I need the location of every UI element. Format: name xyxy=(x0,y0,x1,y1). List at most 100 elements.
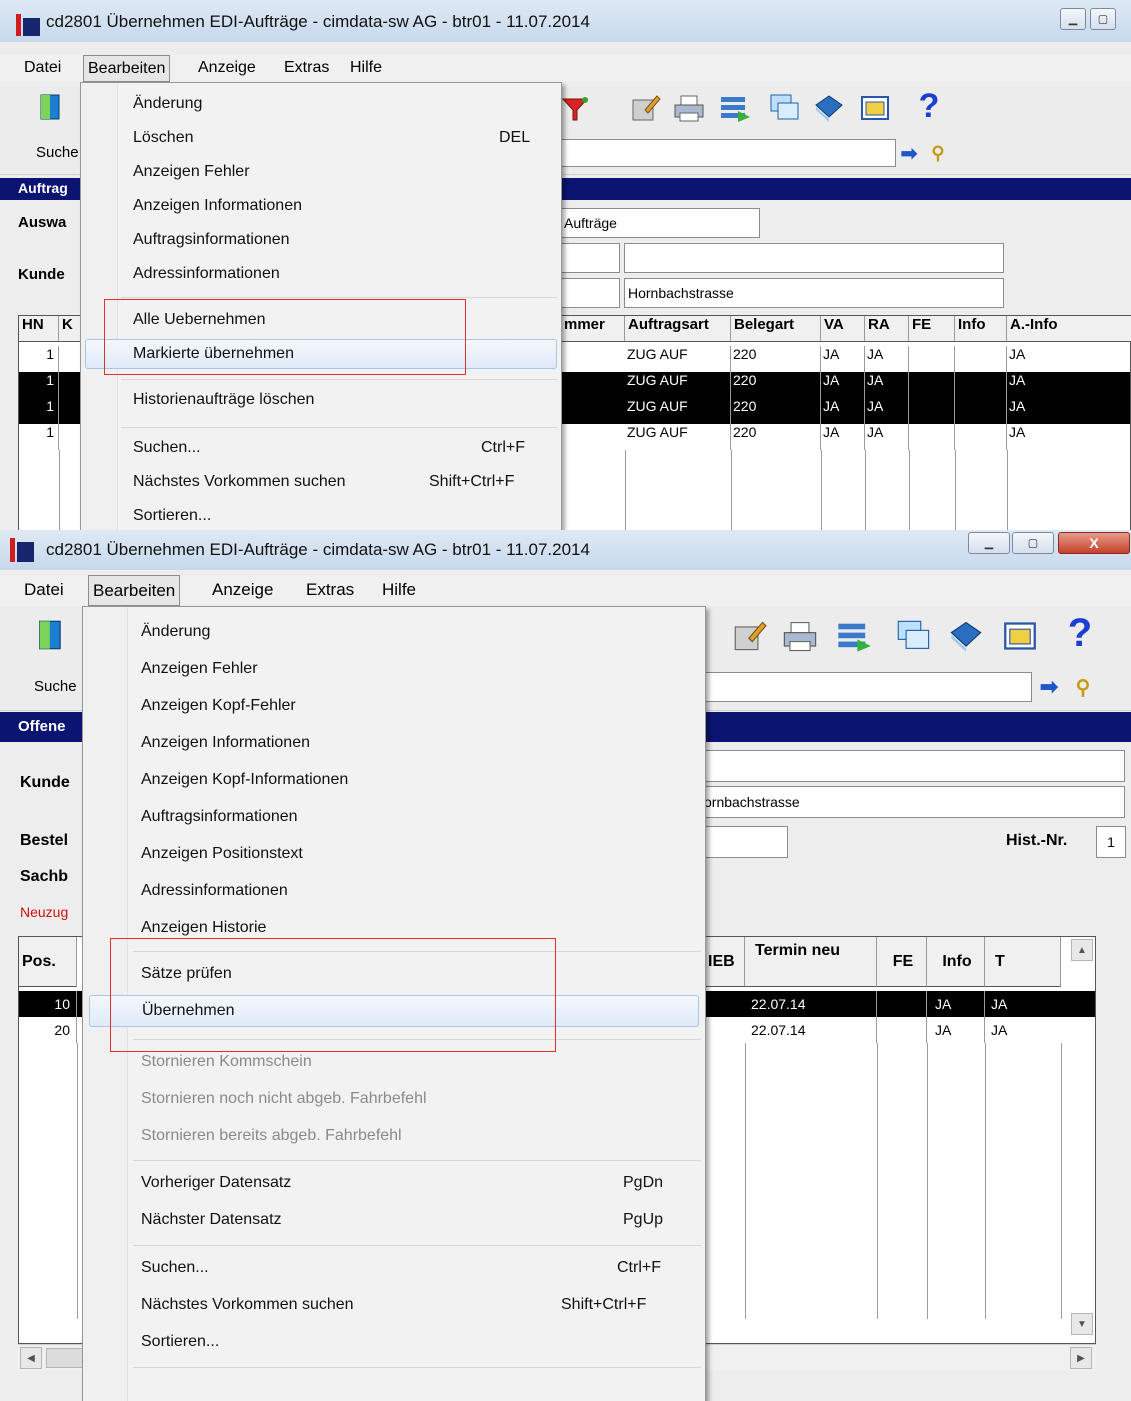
search-icon[interactable]: ⚲ xyxy=(1068,674,1098,700)
book-icon[interactable] xyxy=(812,92,846,124)
help-icon[interactable]: ? xyxy=(912,86,946,126)
menu-item-naechstes-vorkommen[interactable]: Nächstes Vorkommen suchen Shift+Ctrl+F xyxy=(85,1286,703,1323)
scroll-left-button[interactable]: ◀ xyxy=(20,1347,42,1369)
auswahl-field[interactable]: Aufträge xyxy=(560,208,760,238)
menu-item-vorheriger-datensatz[interactable]: Vorheriger Datensatz PgDn xyxy=(85,1164,703,1201)
menu-hilfe[interactable]: Hilfe xyxy=(346,55,386,82)
kunde-name-field[interactable] xyxy=(624,243,1004,273)
menu-bearbeiten[interactable]: Bearbeiten xyxy=(83,55,171,82)
calendar-icon[interactable] xyxy=(1000,618,1040,654)
kunde-street-field[interactable]: Hornbachstrasse xyxy=(624,278,1004,308)
menu-item-alle-uebernehmen[interactable]: Alle Uebernehmen xyxy=(83,303,559,337)
minimize-button[interactable]: ▁ xyxy=(1060,8,1086,30)
bestell-field[interactable] xyxy=(700,826,788,858)
col-info[interactable]: Info xyxy=(927,937,985,987)
menu-item-sortieren[interactable]: Sortieren... xyxy=(85,1323,703,1360)
menu-anzeige[interactable]: Anzeige xyxy=(208,575,277,606)
list-transfer-icon[interactable] xyxy=(834,618,874,654)
arrow-right-icon[interactable]: ➡ xyxy=(898,141,920,165)
menu-item-anzeigen-informationen[interactable]: Anzeigen Informationen xyxy=(83,189,559,223)
minimize-button[interactable]: ▁ xyxy=(968,532,1010,554)
menu-datei[interactable]: Datei xyxy=(20,575,68,606)
menu-item-markierte-uebernehmen[interactable]: Markierte übernehmen xyxy=(85,339,557,369)
col-t[interactable]: T xyxy=(985,937,1061,987)
menu-anzeige[interactable]: Anzeige xyxy=(194,55,260,82)
menu-bearbeiten[interactable]: Bearbeiten xyxy=(88,575,181,606)
col-a-info[interactable]: A.-Info xyxy=(1007,316,1131,342)
menu-item-stornieren-bereits-abgeb[interactable]: Stornieren bereits abgeb. Fahrbefehl xyxy=(85,1117,703,1154)
menu-item-saetze-pruefen[interactable]: Sätze prüfen xyxy=(85,955,703,992)
menu-item-sortieren[interactable]: Sortieren... xyxy=(83,499,559,530)
menu-item-anzeigen-positionstext[interactable]: Anzeigen Positionstext xyxy=(85,835,703,872)
menu-item-naechster-datensatz[interactable]: Nächster Datensatz PgUp xyxy=(85,1201,703,1238)
col-hn[interactable]: HN xyxy=(19,316,59,342)
menu-hilfe[interactable]: Hilfe xyxy=(378,575,420,606)
menu-item-anzeigen-fehler[interactable]: Anzeigen Fehler xyxy=(83,155,559,189)
menu-item-stornieren-nicht-abgeb[interactable]: Stornieren noch nicht abgeb. Fahrbefehl xyxy=(85,1080,703,1117)
kunde-field-1[interactable] xyxy=(560,243,620,273)
kunde-label: Kunde xyxy=(18,266,65,283)
menu-item-stornieren-kommschein[interactable]: Stornieren Kommschein xyxy=(85,1043,703,1080)
menu-extras[interactable]: Extras xyxy=(302,575,358,606)
arrow-right-icon[interactable]: ➡ xyxy=(1034,674,1064,700)
scroll-thumb[interactable] xyxy=(46,1348,86,1368)
col-pos[interactable]: Pos. xyxy=(19,937,77,987)
menu-item-uebernehmen[interactable]: Übernehmen xyxy=(89,995,699,1027)
exit-door-icon[interactable] xyxy=(36,92,66,122)
calendar-icon[interactable] xyxy=(858,92,892,124)
exit-door-icon[interactable] xyxy=(34,618,68,652)
scroll-up-button[interactable]: ▲ xyxy=(1071,939,1093,961)
menu-item-adressinformationen[interactable]: Adressinformationen xyxy=(83,257,559,291)
book-icon[interactable] xyxy=(946,618,986,654)
windows-icon[interactable] xyxy=(768,92,802,124)
maximize-button[interactable]: ▢ xyxy=(1090,8,1116,30)
menu-datei[interactable]: Datei xyxy=(20,55,65,82)
col-ra[interactable]: RA xyxy=(865,316,909,342)
maximize-button[interactable]: ▢ xyxy=(1012,532,1054,554)
col-va[interactable]: VA xyxy=(821,316,865,342)
menu-item-aenderung[interactable]: Änderung xyxy=(85,613,703,650)
hist-nr-field[interactable]: 1 xyxy=(1096,826,1126,858)
edit-record-icon[interactable] xyxy=(630,92,662,124)
kunde-field-2[interactable] xyxy=(560,278,620,308)
menu-item-auftragsinformationen[interactable]: Auftragsinformationen xyxy=(85,798,703,835)
menu-item-auftragsinformationen[interactable]: Auftragsinformationen xyxy=(83,223,559,257)
search-input[interactable] xyxy=(690,672,1032,702)
col-info[interactable]: Info xyxy=(955,316,1007,342)
menu-item-loeschen[interactable]: Löschen DEL xyxy=(83,121,559,155)
search-input[interactable] xyxy=(540,139,896,167)
col-fe[interactable]: FE xyxy=(877,937,927,987)
menu-item-adressinformationen[interactable]: Adressinformationen xyxy=(85,872,703,909)
edit-record-icon[interactable] xyxy=(730,618,770,654)
menu-item-aenderung[interactable]: Änderung xyxy=(83,87,559,121)
col-heb[interactable]: IEB xyxy=(705,937,745,987)
col-fe[interactable]: FE xyxy=(909,316,955,342)
kunde-street-field[interactable]: ornbachstrasse xyxy=(700,786,1125,818)
menu-item-anzeigen-fehler[interactable]: Anzeigen Fehler xyxy=(85,650,703,687)
search-icon[interactable]: ⚲ xyxy=(926,141,950,165)
scroll-right-button[interactable]: ▶ xyxy=(1070,1347,1092,1369)
col-auftragsart[interactable]: Auftragsart xyxy=(625,316,731,342)
windows-icon[interactable] xyxy=(894,618,934,654)
col-belegart[interactable]: Belegart xyxy=(731,316,821,342)
menu-item-suchen[interactable]: Suchen... Ctrl+F xyxy=(83,431,559,465)
cell-termin: 22.07.14 xyxy=(745,991,877,1017)
col-nummer[interactable]: mmer xyxy=(561,316,625,342)
menu-item-naechstes-vorkommen[interactable]: Nächstes Vorkommen suchen Shift+Ctrl+F xyxy=(83,465,559,499)
scroll-down-button[interactable]: ▼ xyxy=(1071,1313,1093,1335)
menu-item-historienauftraege-loeschen[interactable]: Historienaufträge löschen xyxy=(83,383,559,417)
list-transfer-icon[interactable] xyxy=(718,92,752,124)
print-icon[interactable] xyxy=(672,92,706,124)
col-termin-neu[interactable]: Termin neu xyxy=(745,937,877,987)
menu-item-suchen[interactable]: Suchen... Ctrl+F xyxy=(85,1249,703,1286)
print-icon[interactable] xyxy=(780,618,820,654)
menu-item-anzeigen-historie[interactable]: Anzeigen Historie xyxy=(85,909,703,946)
menu-extras[interactable]: Extras xyxy=(280,55,333,82)
help-icon[interactable]: ? xyxy=(1060,610,1100,656)
menu-item-anzeigen-kopf-informationen[interactable]: Anzeigen Kopf-Informationen xyxy=(85,761,703,798)
filter-icon[interactable] xyxy=(560,94,590,124)
menu-item-anzeigen-kopf-fehler[interactable]: Anzeigen Kopf-Fehler xyxy=(85,687,703,724)
menu-item-anzeigen-informationen[interactable]: Anzeigen Informationen xyxy=(85,724,703,761)
close-button[interactable]: X xyxy=(1058,532,1130,554)
kunde-name-field[interactable] xyxy=(700,750,1125,782)
